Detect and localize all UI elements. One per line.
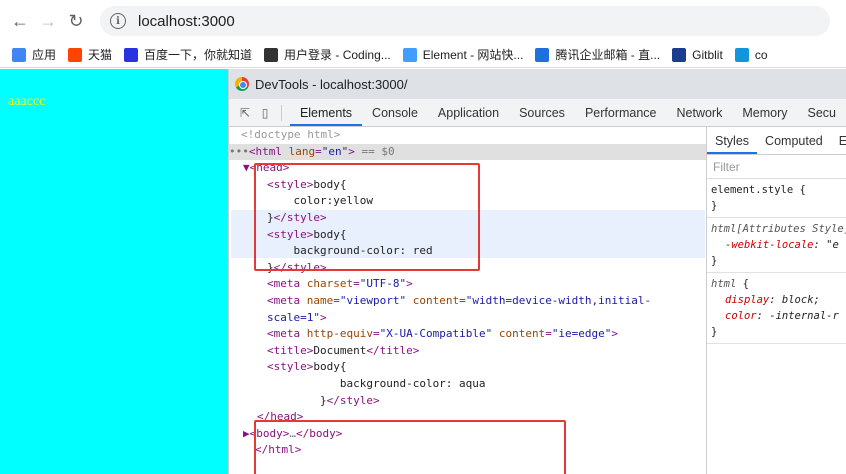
bookmark-label: 天猫 — [88, 48, 113, 62]
bookmark-label: 百度一下，你就知道 — [144, 48, 253, 62]
devtools-title: DevTools - localhost:3000/ — [255, 76, 408, 92]
bookmark-label: Gitblit — [692, 47, 723, 62]
styles-pane: Styles Computed E Filter element.style { }… — [707, 127, 846, 474]
device-toolbar-icon[interactable]: ▯ — [255, 100, 275, 126]
bookmark-label: Element - 网站快... — [422, 48, 524, 62]
bookmark-label: 用户登录 - Coding... — [284, 48, 391, 62]
dom-line-style3-close[interactable]: }</style> — [229, 393, 706, 410]
dom-line-style3-open[interactable]: <style>body{ — [229, 359, 706, 376]
tab-sources[interactable]: Sources — [509, 100, 575, 126]
tab-application[interactable]: Application — [428, 100, 509, 126]
elements-panel: <!doctype html> •••<html lang="en"> == $… — [229, 127, 707, 474]
tencent-mail-icon — [535, 47, 550, 62]
dom-line-meta-compat[interactable]: <meta http-equiv="X-UA-Compatible" conte… — [229, 326, 706, 343]
devtools-window: DevTools - localhost:3000/ ⇱ ▯ Elements C… — [228, 69, 846, 474]
dom-line-title[interactable]: <title>Document</title> — [229, 343, 706, 360]
bookmark-item[interactable]: Element - 网站快... — [402, 46, 524, 63]
dom-line-style3-decl[interactable]: background-color: aqua — [229, 376, 706, 393]
page-body-text: aaaccc — [8, 94, 46, 109]
apps-icon — [12, 47, 26, 62]
dom-line-meta-viewport-cont[interactable]: scale=1"> — [229, 310, 706, 327]
bookmark-item[interactable]: 天猫 — [68, 46, 112, 63]
inspect-element-icon[interactable]: ⇱ — [235, 100, 255, 126]
bookmark-label: co — [754, 47, 768, 62]
annotation-box-2 — [254, 420, 566, 474]
tab-console[interactable]: Console — [362, 100, 428, 126]
coding-icon — [264, 47, 279, 62]
gitblit-icon — [672, 47, 687, 62]
tab-divider — [281, 105, 282, 121]
dom-line-meta-viewport[interactable]: <meta name="viewport" content="width=dev… — [229, 293, 706, 310]
url-text[interactable]: localhost:3000 — [138, 13, 235, 30]
bookmark-item[interactable]: 应用 — [12, 46, 56, 63]
bookmark-label: 腾讯企业邮箱 - 直... — [555, 48, 661, 62]
tab-memory[interactable]: Memory — [732, 100, 797, 126]
rule-html[interactable]: html { display: block; color: -internal-… — [707, 273, 846, 344]
address-bar: ← → ↻ i localhost:3000 — [0, 0, 846, 42]
rule-html-attributes-style[interactable]: html[Attributes Style] { -webkit-locale:… — [707, 218, 846, 273]
tab-secu[interactable]: Secu — [798, 100, 846, 126]
rule-element-style[interactable]: element.style { } — [707, 179, 846, 218]
dom-line-html[interactable]: •••<html lang="en"> == $0 — [229, 143, 706, 161]
bookmark-item[interactable]: 用户登录 - Coding... — [264, 46, 391, 63]
tab-elements[interactable]: Elements — [289, 100, 363, 126]
tab-performance[interactable]: Performance — [575, 100, 667, 126]
back-icon[interactable]: ← — [6, 7, 34, 35]
styles-tab-styles[interactable]: Styles — [707, 128, 758, 154]
forward-icon[interactable]: → — [34, 7, 62, 35]
element-icon — [402, 47, 417, 62]
page-viewport: aaaccc — [0, 69, 228, 474]
bookmark-item[interactable]: 腾讯企业邮箱 - 直... — [535, 46, 660, 63]
dom-line-doctype[interactable]: <!doctype html> — [229, 127, 706, 144]
tab-network[interactable]: Network — [667, 100, 733, 126]
devtools-titlebar: DevTools - localhost:3000/ — [229, 69, 846, 99]
devtools-tabbar: ⇱ ▯ Elements Console Application Sources Per… — [229, 99, 846, 127]
styles-filter-input[interactable]: Filter — [707, 155, 846, 179]
bookmark-item[interactable]: Gitblit — [672, 47, 723, 62]
annotation-box-1 — [254, 163, 480, 271]
bookmarks-bar: 应用 天猫 百度一下，你就知道 用户登录 - Coding... Element - 网… — [0, 42, 846, 68]
bookmark-label: 应用 — [32, 48, 57, 62]
styles-tab-computed[interactable]: Computed — [757, 128, 831, 154]
baidu-icon — [124, 47, 139, 62]
dom-line-meta-charset[interactable]: <meta charset="UTF-8"> — [229, 276, 706, 293]
omnibox[interactable]: i localhost:3000 — [100, 6, 830, 36]
styles-tabbar: Styles Computed E — [707, 127, 846, 155]
tmall-icon — [68, 47, 83, 62]
co-icon — [734, 47, 749, 62]
chrome-icon — [235, 77, 249, 91]
bookmark-item[interactable]: co — [734, 47, 768, 62]
styles-tab-e[interactable]: E — [831, 128, 846, 154]
info-icon[interactable]: i — [110, 13, 126, 29]
bookmark-item[interactable]: 百度一下，你就知道 — [124, 46, 252, 63]
reload-icon[interactable]: ↻ — [62, 7, 90, 35]
